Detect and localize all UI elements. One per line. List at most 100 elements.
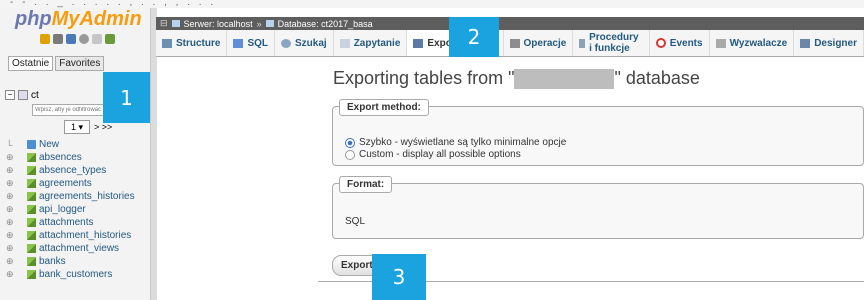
phpmyadmin-logo[interactable]: phpMyAdmin (15, 8, 142, 31)
new-table-icon (27, 140, 36, 149)
export-method-legend: Export method: (339, 99, 429, 116)
browser-strip: - - . . _ . . . . . , . . , , . . . (0, 0, 864, 8)
tree-item[interactable]: ⊕ attachment_histories (6, 229, 150, 242)
table-icon (27, 205, 36, 214)
tree-connector: └ (6, 139, 13, 150)
home-icon[interactable] (40, 34, 50, 44)
table-icon (27, 166, 36, 175)
tab-sql[interactable]: SQL (227, 30, 276, 56)
expand-icon[interactable]: ⊕ (6, 230, 24, 241)
tab-search[interactable]: Szukaj (275, 30, 334, 56)
breadcrumb-database[interactable]: Database: ct2017_basa (278, 19, 373, 29)
tree-item[interactable]: ⊕ agreements (6, 177, 150, 190)
table-icon (27, 257, 36, 266)
collapse-icon[interactable]: ⊟ (160, 18, 168, 29)
tab-favorites[interactable]: Favorites (55, 56, 105, 71)
tree-item[interactable]: ⊕ attachment_views (6, 242, 150, 255)
browser-strip-text: - - . . _ . . . . . , . . , , . . . (10, 0, 217, 8)
tab-triggers[interactable]: Wyzwalacze (710, 30, 795, 56)
breadcrumb-server[interactable]: Serwer: localhost (184, 19, 253, 29)
logout-icon[interactable] (53, 34, 63, 44)
expand-icon[interactable]: ⊕ (6, 256, 24, 267)
designer-icon (800, 38, 811, 48)
server-icon (171, 20, 180, 27)
page-title-prefix: Exporting tables from " (333, 68, 515, 88)
tab-label: SQL (247, 37, 269, 49)
tree-item-label: attachment_histories (39, 230, 132, 241)
routines-icon (579, 38, 586, 48)
tab-label: Zapytanie (353, 37, 401, 49)
breadcrumb-separator: » (256, 18, 262, 29)
tab-label: Szukaj (295, 37, 327, 49)
table-icon (27, 270, 36, 279)
reload-icon[interactable] (105, 34, 115, 44)
table-icon (27, 244, 36, 253)
breadcrumb: ⊟ Serwer: localhost » Database: ct2017_b… (156, 17, 864, 30)
docs-icon[interactable] (66, 34, 76, 44)
method-custom-label[interactable]: Custom - display all possible options (359, 149, 521, 160)
method-custom-radio[interactable] (345, 149, 355, 160)
tree-item[interactable]: ⊕ attachments (6, 216, 150, 229)
triggers-icon (715, 38, 726, 48)
method-quick-label[interactable]: Szybko - wyświetlane są tylko minimalne … (359, 137, 566, 148)
top-tabs: Structure SQL Szukaj Zapytanie Export Op… (156, 30, 864, 57)
annotation-badge-3: 3 (372, 254, 426, 300)
page-select-value: 1 (70, 122, 76, 132)
tree-item-label: agreements_histories (39, 191, 135, 202)
page-select[interactable]: 1 ▾ (64, 120, 90, 134)
structure-icon (162, 38, 172, 48)
page-title-suffix: " database (614, 68, 700, 88)
tab-routines[interactable]: Procedury i funkcje (573, 30, 650, 56)
expand-icon[interactable]: ⊕ (6, 204, 24, 215)
tree-item-label: New (39, 139, 60, 150)
logo-text-php: php (15, 8, 52, 30)
tab-label: Operacje (523, 37, 567, 49)
expand-icon[interactable]: ⊕ (6, 178, 24, 189)
query-icon (339, 38, 350, 48)
table-icon (27, 192, 36, 201)
clock-icon (655, 38, 666, 48)
method-custom-option[interactable]: Custom - display all possible options (345, 149, 521, 160)
tree-item[interactable]: ⊕ bank_customers (6, 268, 150, 281)
tab-designer[interactable]: Designer (794, 30, 864, 56)
tree-item-new[interactable]: └ New (6, 138, 150, 151)
settings-icon[interactable] (92, 34, 102, 44)
tab-operations[interactable]: Operacje (504, 30, 574, 56)
table-tree: └ New ⊕ absences ⊕ absence_types ⊕ agreement… (6, 138, 150, 281)
tab-query[interactable]: Zapytanie (334, 30, 408, 56)
tree-item-label: absence_types (39, 165, 107, 176)
search-icon (281, 38, 292, 48)
tree-item-label: api_logger (39, 204, 86, 215)
tree-item[interactable]: ⊕ absence_types (6, 164, 150, 177)
expand-icon[interactable]: ⊕ (6, 165, 24, 176)
expand-icon[interactable]: ⊕ (6, 191, 24, 202)
tree-item-label: agreements (39, 178, 92, 189)
tree-item[interactable]: ⊕ agreements_histories (6, 190, 150, 203)
format-select[interactable]: SQL (345, 216, 365, 227)
method-quick-option[interactable]: Szybko - wyświetlane są tylko minimalne … (345, 137, 566, 148)
database-node[interactable]: − ct (5, 88, 39, 102)
tab-structure[interactable]: Structure (156, 30, 228, 56)
tree-item[interactable]: ⊕ absences (6, 151, 150, 164)
tree-item-label: attachment_views (39, 243, 120, 254)
database-name[interactable]: ct (31, 90, 39, 101)
database-icon (18, 90, 28, 100)
table-icon (27, 231, 36, 240)
tree-item-label: attachments (39, 217, 94, 228)
tree-item[interactable]: ⊕ banks (6, 255, 150, 268)
method-quick-radio[interactable] (345, 137, 355, 148)
collapse-icon[interactable]: − (5, 90, 15, 100)
format-legend: Format: (339, 176, 393, 193)
expand-icon[interactable]: ⊕ (6, 152, 24, 163)
tab-events[interactable]: Events (650, 30, 710, 56)
database-icon (265, 20, 274, 27)
tab-recent[interactable]: Ostatnie (8, 56, 54, 71)
tree-item-label: banks (39, 256, 66, 267)
tree-item[interactable]: ⊕ api_logger (6, 203, 150, 216)
expand-icon[interactable]: ⊕ (6, 217, 24, 228)
help-icon[interactable] (79, 34, 89, 44)
expand-icon[interactable]: ⊕ (6, 243, 24, 254)
navigation-tabs: Ostatnie Favorites (8, 56, 105, 71)
expand-icon[interactable]: ⊕ (6, 269, 24, 280)
pager-next[interactable]: > >> (94, 122, 112, 132)
